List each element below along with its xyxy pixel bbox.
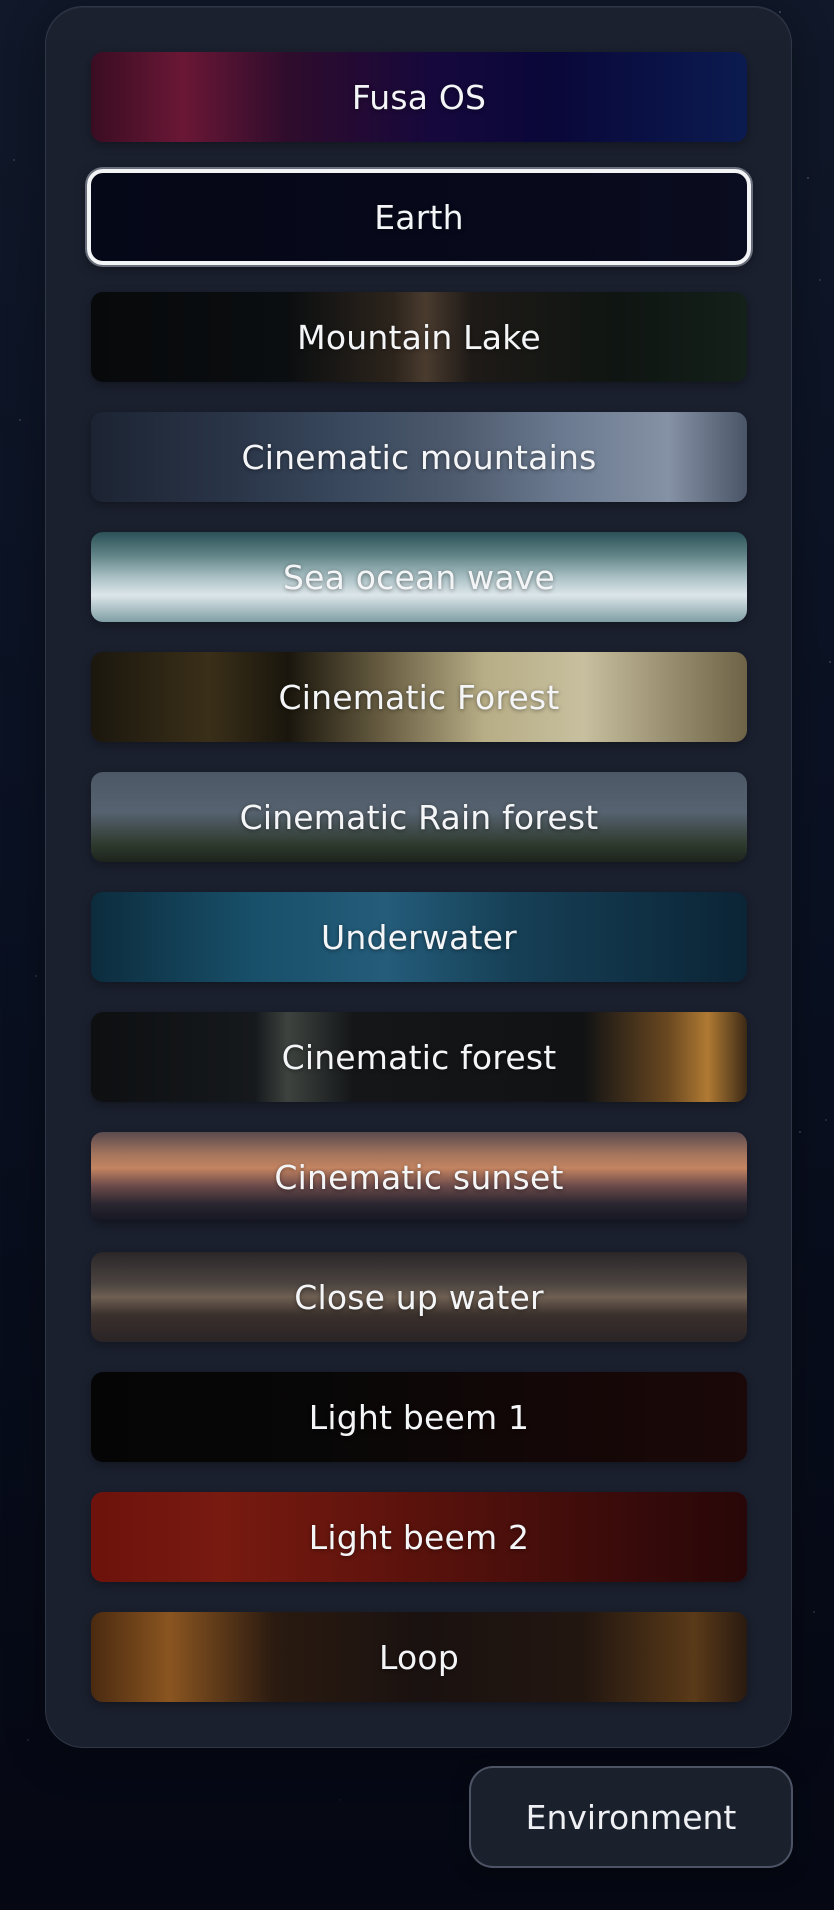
environment-option-cinematic-forest-1[interactable]: Cinematic Forest (91, 652, 747, 742)
environment-option-label: Mountain Lake (297, 317, 541, 357)
environment-option-label: Cinematic sunset (274, 1157, 564, 1197)
environment-option-underwater[interactable]: Underwater (91, 892, 747, 982)
environment-option-label: Underwater (321, 917, 517, 957)
environment-option-label: Light beem 1 (308, 1397, 530, 1437)
environment-option-mountain-lake[interactable]: Mountain Lake (91, 292, 747, 382)
environment-option-label: Cinematic mountains (241, 437, 597, 477)
environment-option-sea-ocean-wave[interactable]: Sea ocean wave (91, 532, 747, 622)
environment-option-label: Cinematic Forest (278, 677, 560, 717)
environment-option-close-up-water[interactable]: Close up water (91, 1252, 747, 1342)
environment-list: Fusa OS Earth Mountain Lake Cinematic mo… (87, 52, 751, 1732)
environment-option-label: Light beem 2 (308, 1517, 530, 1557)
environment-option-cinematic-mountains[interactable]: Cinematic mountains (91, 412, 747, 502)
environment-option-earth[interactable]: Earth (87, 169, 751, 265)
environment-option-cinematic-forest-2[interactable]: Cinematic forest (91, 1012, 747, 1102)
environment-menu-panel: Fusa OS Earth Mountain Lake Cinematic mo… (45, 6, 792, 1748)
environment-button[interactable]: Environment (469, 1766, 793, 1868)
environment-option-loop[interactable]: Loop (91, 1612, 747, 1702)
environment-option-label: Sea ocean wave (282, 557, 556, 597)
environment-option-label: Loop (379, 1637, 459, 1677)
environment-option-label: Fusa OS (351, 77, 487, 117)
environment-option-light-beem-2[interactable]: Light beem 2 (91, 1492, 747, 1582)
environment-option-cinematic-rain-forest[interactable]: Cinematic Rain forest (91, 772, 747, 862)
environment-option-cinematic-sunset[interactable]: Cinematic sunset (91, 1132, 747, 1222)
environment-button-label: Environment (525, 1797, 737, 1837)
environment-option-label: Cinematic Rain forest (239, 797, 599, 837)
environment-option-light-beem-1[interactable]: Light beem 1 (91, 1372, 747, 1462)
environment-option-label: Earth (374, 197, 464, 237)
environment-option-fusa-os[interactable]: Fusa OS (91, 52, 747, 142)
environment-option-label: Close up water (294, 1277, 544, 1317)
environment-option-label: Cinematic forest (281, 1037, 557, 1077)
